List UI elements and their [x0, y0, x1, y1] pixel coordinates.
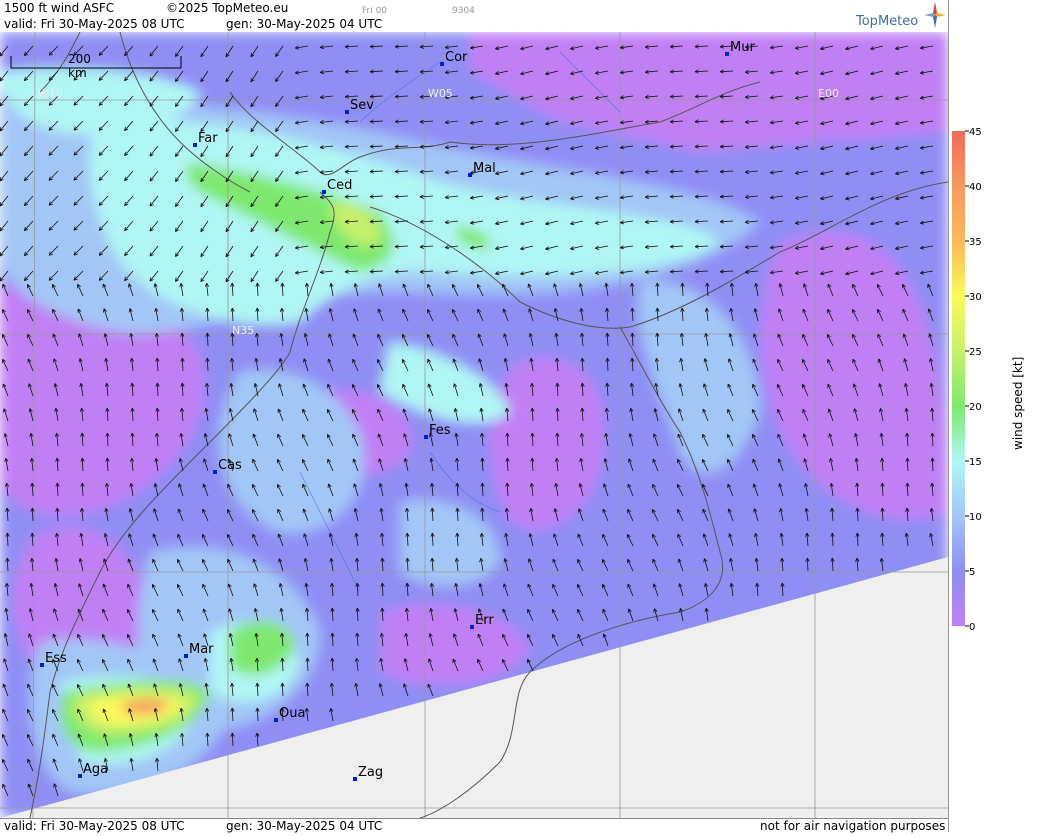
run-code: 9304 [452, 6, 475, 16]
city-label: Cor [445, 50, 468, 65]
city-label: Mal [473, 161, 496, 176]
grid-label-n35: N35 [232, 324, 255, 337]
day-code: Fri 00 [362, 6, 388, 16]
city-label: Oua [279, 706, 306, 721]
city-marker [78, 774, 82, 778]
scale-label: 200 km [68, 52, 91, 80]
city-marker [468, 173, 472, 177]
copyright: ©2025 TopMeteo.eu [166, 1, 289, 15]
city-label: Mur [730, 40, 755, 55]
city-marker [213, 470, 217, 474]
generated-time: gen: 30-May-2025 04 UTC [226, 17, 383, 31]
city-label: Fes [429, 423, 451, 438]
legend-tick-label: 35 [969, 237, 982, 248]
topmeteo-logo: TopMeteo [856, 14, 919, 29]
legend-tick-label: 5 [969, 567, 975, 578]
city-marker [193, 143, 197, 147]
city-marker [440, 62, 444, 66]
legend-tick-label: 10 [969, 512, 982, 523]
city-marker [470, 625, 474, 629]
city-label: Err [475, 613, 494, 628]
map-header: 1500 ft wind ASFC ©2025 TopMeteo.eu Fri … [0, 0, 948, 32]
legend-title: wind speed [kt] [1011, 356, 1025, 450]
wind-map-canvas [0, 32, 948, 818]
valid-time: valid: Fri 30-May-2025 08 UTC [4, 17, 185, 31]
city-marker [424, 435, 428, 439]
compass-icon [924, 2, 946, 28]
scale-bar-line [10, 56, 182, 69]
city-label: Cas [218, 458, 242, 473]
city-marker [40, 663, 44, 667]
city-marker [184, 654, 188, 658]
grid-label-w05: W05 [428, 87, 453, 100]
city-marker [353, 777, 357, 781]
legend-tick-label: 0 [969, 622, 975, 633]
legend-tick-label: 15 [969, 457, 982, 468]
city-marker [725, 52, 729, 56]
city-label: Mar [189, 642, 214, 657]
grid-label-w10: W10 [38, 87, 63, 100]
legend-tick-label: 30 [969, 292, 982, 303]
city-label: Ess [45, 651, 67, 666]
city-label: Ced [327, 178, 353, 193]
footer-valid-time: valid: Fri 30-May-2025 08 UTC [4, 819, 185, 833]
wind-map: 200 km W10 W05 E00 N35 Cor Mur Sev Far Mal Ce… [0, 32, 948, 818]
city-label: Sev [350, 98, 374, 113]
legend-colorbar: 45 40 35 30 25 20 15 10 5 0 [952, 127, 982, 633]
city-marker [345, 110, 349, 114]
city-label: Far [198, 131, 218, 146]
map-footer: valid: Fri 30-May-2025 08 UTC gen: 30-Ma… [0, 818, 948, 833]
legend-tick-label: 20 [969, 402, 982, 413]
city-label: Zag [358, 765, 384, 780]
city-marker [274, 718, 278, 722]
legend-tick-label: 45 [969, 127, 982, 138]
footer-disclaimer: not for air navigation purposes [760, 819, 946, 833]
product-title: 1500 ft wind ASFC [4, 1, 115, 15]
legend-gradient [952, 131, 965, 626]
city-marker [322, 190, 326, 194]
wind-speed-legend: 45 40 35 30 25 20 15 10 5 0 wind speed [kt] [948, 0, 1039, 832]
city-label: Aga [83, 762, 109, 777]
footer-generated-time: gen: 30-May-2025 04 UTC [226, 819, 383, 833]
legend-tick-label: 40 [969, 182, 982, 193]
legend-tick-label: 25 [969, 347, 982, 358]
grid-label-e00: E00 [818, 87, 839, 100]
